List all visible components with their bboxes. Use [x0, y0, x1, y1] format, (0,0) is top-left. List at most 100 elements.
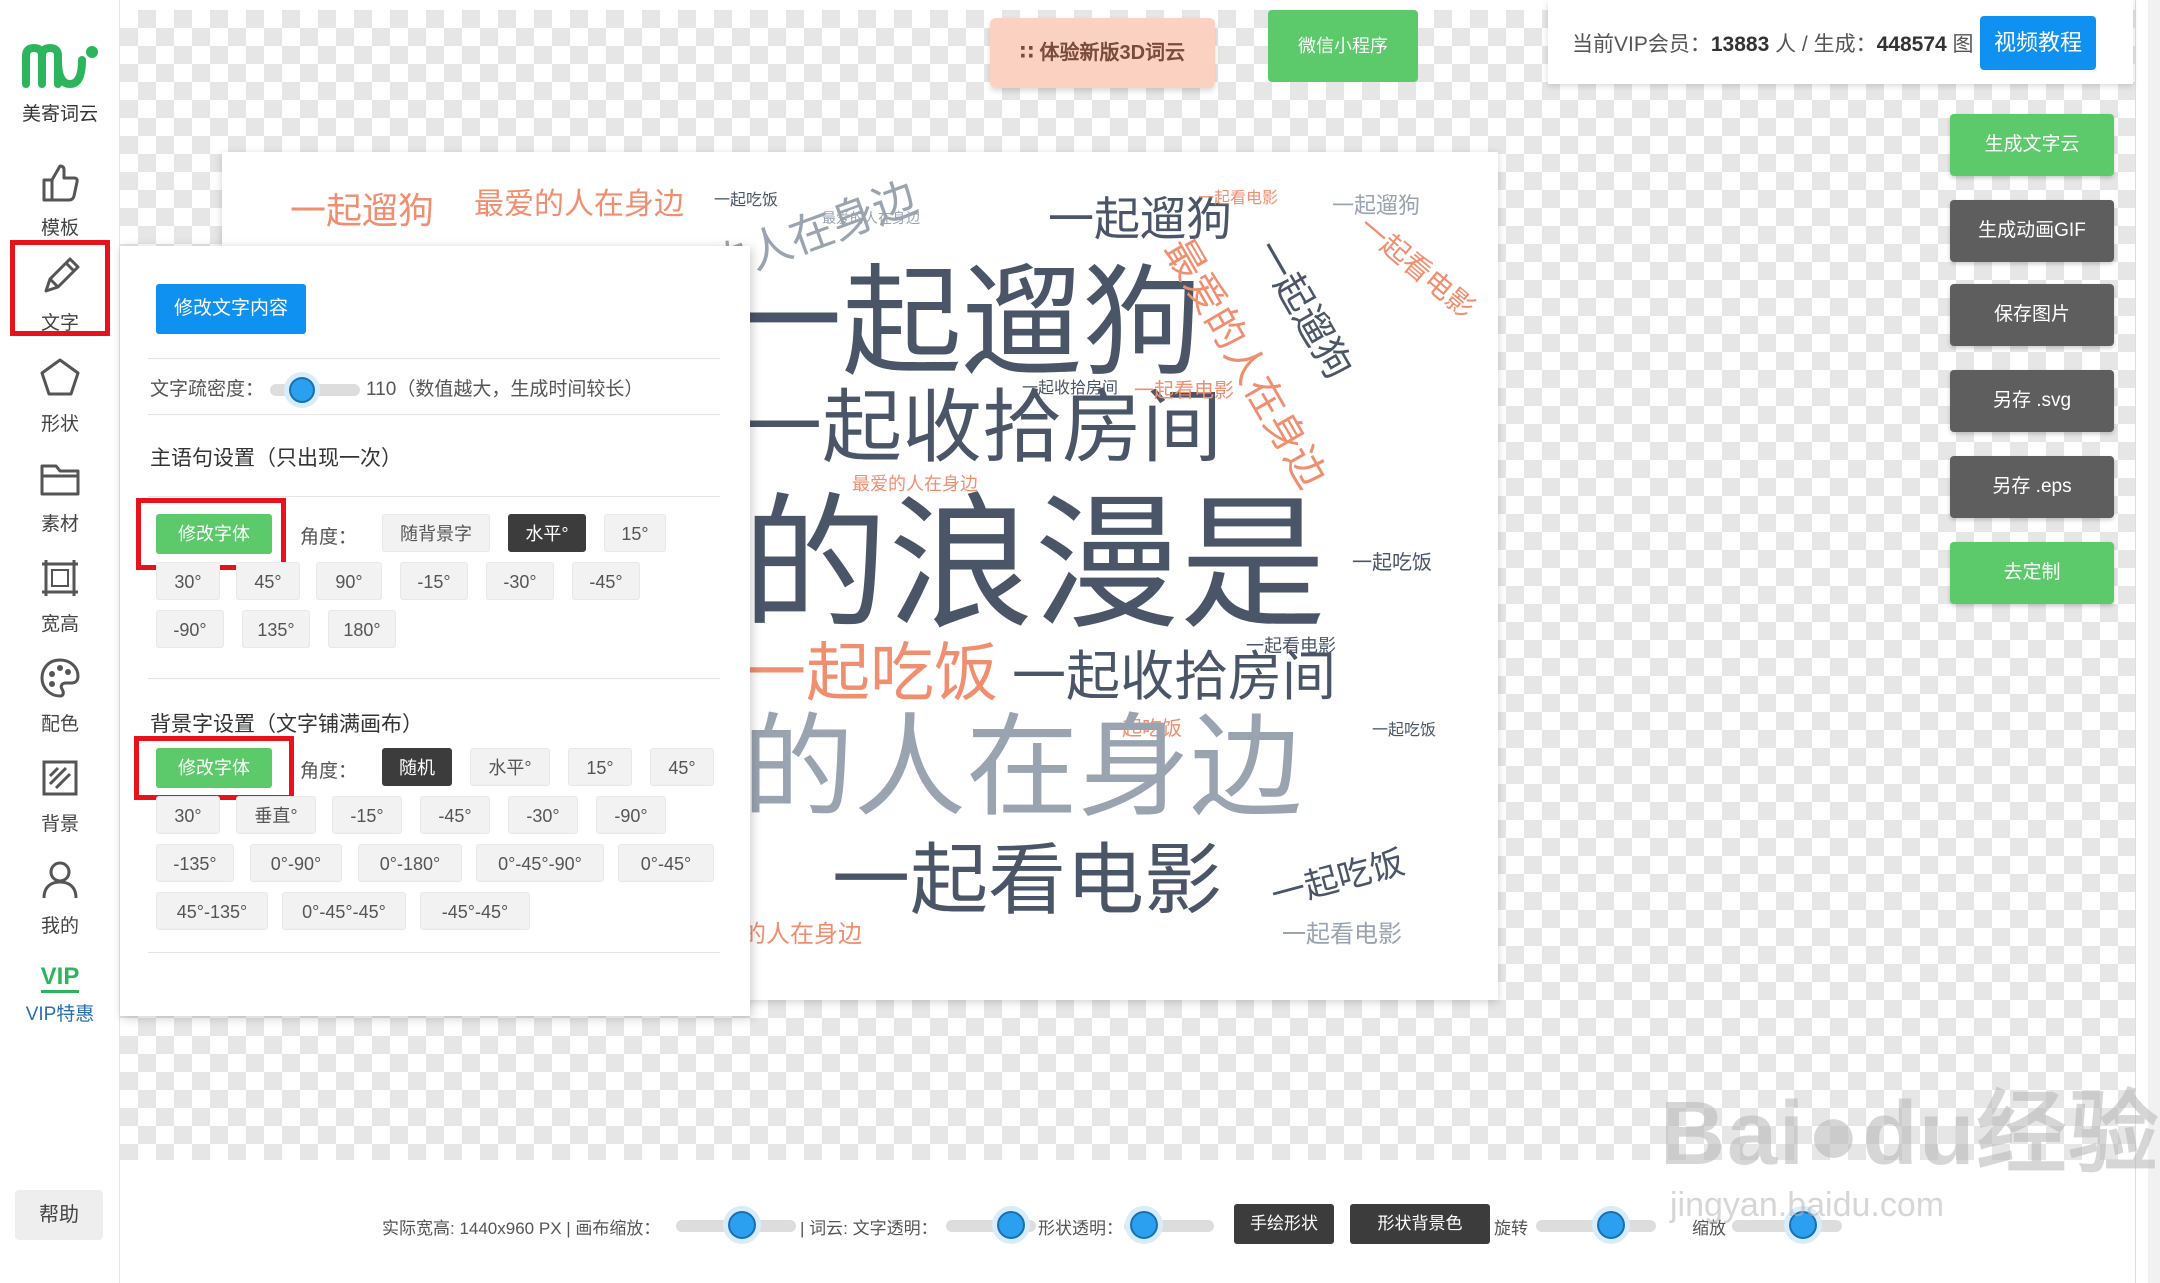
bg-angle-option[interactable]: 0°-90°	[250, 844, 342, 882]
left-sidebar: 美寄词云 模板 文字 形状 素材 宽高 配色 背景 我的 VIP VIP特惠 帮…	[0, 0, 120, 1283]
vip-count: 13883	[1710, 33, 1770, 56]
nav-color[interactable]: 配色	[10, 646, 110, 742]
rotate-label: 旋转	[1494, 1219, 1528, 1238]
cloud-opacity-knob[interactable]	[992, 1206, 1030, 1244]
bg-angle-option[interactable]: 0°-45°-90°	[476, 844, 604, 882]
bg-angle-option[interactable]: -135°	[156, 844, 234, 882]
nav-template[interactable]: 模板	[10, 150, 110, 246]
bg-angle-option[interactable]: 0°-180°	[358, 844, 462, 882]
shape-bg-color-button[interactable]: 形状背景色	[1350, 1204, 1490, 1244]
bg-angle-option[interactable]: 0°-45°-45°	[282, 892, 406, 930]
density-slider[interactable]	[270, 371, 361, 408]
nav-template-label: 模板	[40, 218, 79, 239]
wechat-miniprogram-button[interactable]: 微信小程序	[1268, 10, 1418, 82]
rotate-knob[interactable]	[1592, 1206, 1630, 1244]
bg-angle-option[interactable]: 30°	[156, 796, 220, 834]
bg-angle-option[interactable]: -15°	[332, 796, 402, 834]
main-font-button[interactable]: 修改字体	[156, 514, 272, 554]
bg-angle-option[interactable]: 水平°	[470, 748, 550, 786]
density-slider-knob[interactable]	[284, 371, 321, 408]
bg-angle-option[interactable]: 45°	[650, 748, 714, 786]
bg-angle-option[interactable]: 0°-45°	[618, 844, 714, 882]
cloud-word: 一起遛狗	[722, 254, 1202, 393]
try-3d-button[interactable]: ∷ 体验新版3D词云	[990, 18, 1215, 88]
video-tutorial-button[interactable]: 视频教程	[1980, 16, 2096, 70]
edit-text-button[interactable]: 修改文字内容	[156, 284, 306, 334]
nav-shape[interactable]: 形状	[10, 346, 110, 442]
customize-button[interactable]: 去定制	[1950, 542, 2114, 604]
cloud-word: 最爱的人在身边	[474, 187, 684, 222]
pentagon-icon	[40, 358, 80, 396]
cloud-word: 一起吃饭	[1352, 550, 1432, 574]
bg-angle-option[interactable]: -45°	[420, 796, 490, 834]
main-angle-option[interactable]: 45°	[236, 562, 300, 600]
divider	[148, 496, 720, 497]
brand-name: 美寄词云	[21, 104, 98, 125]
main-angle-option[interactable]: -30°	[486, 562, 554, 600]
main-angle-option[interactable]: 随背景字	[382, 514, 490, 552]
divider	[148, 952, 720, 953]
main-angle-option[interactable]: -15°	[400, 562, 468, 600]
bg-angle-option[interactable]: -30°	[508, 796, 578, 834]
bg-angle-option[interactable]: 45°-135°	[156, 892, 268, 930]
nav-material[interactable]: 素材	[10, 446, 110, 542]
cloud-word: 一起看电影	[1352, 209, 1482, 325]
nav-text-label: 文字	[40, 313, 79, 334]
brand-logo[interactable]: 美寄词云	[18, 40, 102, 126]
main-angle-option[interactable]: 135°	[242, 610, 310, 648]
canvas-size-text: 实际宽高: 1440x960 PX | 画布缩放：	[382, 1219, 661, 1238]
paw-icon: ●	[1806, 1084, 1863, 1184]
background-font-button[interactable]: 修改字体	[156, 748, 272, 788]
bg-angle-option[interactable]: 15°	[568, 748, 632, 786]
bg-angle-option[interactable]: 垂直°	[236, 796, 316, 834]
shape-opacity-knob[interactable]	[1125, 1206, 1163, 1244]
palette-icon	[40, 658, 80, 698]
cloud-word: 一起收拾房间	[1012, 645, 1336, 708]
cloud-word: 一起收拾房间	[1022, 378, 1119, 397]
bg-angle-option[interactable]: -45°-45°	[420, 892, 530, 930]
nav-vip[interactable]: VIP VIP特惠	[10, 950, 110, 1046]
main-angle-option[interactable]: 180°	[328, 610, 396, 648]
watermark-url: jingyan.baidu.com	[1670, 1186, 1945, 1224]
pencil-icon	[44, 257, 80, 293]
stats-prefix: 当前VIP会员：	[1572, 33, 1711, 56]
cloud-word: 一起看电影	[1282, 920, 1402, 948]
hand-draw-shape-button[interactable]: 手绘形状	[1234, 1204, 1334, 1244]
stats-panel: 当前VIP会员：13883 人 / 生成：448574 图 视频教程	[1548, 0, 2133, 84]
main-angle-option[interactable]: -90°	[156, 610, 224, 648]
main-angle-option[interactable]: -45°	[572, 562, 640, 600]
baidu-watermark: Bai●du经验 jingyan.baidu.com	[1660, 1060, 2160, 1225]
bg-angle-option[interactable]: -90°	[596, 796, 666, 834]
nav-background-label: 背景	[40, 814, 79, 835]
bg-angle-option[interactable]: 随机	[382, 748, 452, 786]
save-svg-button[interactable]: 另存 .svg	[1950, 370, 2114, 432]
nav-text[interactable]: 文字	[10, 240, 110, 336]
cloud-word: 一起吃饭	[1372, 720, 1437, 739]
cloud-word: 一起吃饭	[742, 637, 998, 711]
canvas-zoom-knob[interactable]	[723, 1206, 761, 1244]
main-angle-option[interactable]: 水平°	[508, 514, 586, 552]
nav-vip-label: VIP特惠	[25, 1004, 95, 1025]
background-angle-label: 角度：	[300, 761, 358, 782]
save-eps-button[interactable]: 另存 .eps	[1950, 456, 2114, 518]
divider	[148, 358, 720, 359]
nav-size[interactable]: 宽高	[10, 546, 110, 642]
divider	[148, 414, 720, 415]
main-angle-option[interactable]: 15°	[604, 514, 666, 552]
generated-count: 448574	[1876, 33, 1947, 56]
stats-suffix: 图	[1946, 33, 1974, 56]
watermark-text: 经验	[1976, 1084, 2160, 1184]
generate-cloud-button[interactable]: 生成文字云	[1950, 114, 2114, 176]
nav-background[interactable]: 背景	[10, 746, 110, 842]
text-settings-panel: 修改文字内容 文字疏密度： 110（数值越大，生成时间较长） 主语句设置（只出现一…	[120, 246, 750, 1016]
save-image-button[interactable]: 保存图片	[1950, 284, 2114, 346]
cloud-word: 的浪漫是	[742, 480, 1326, 650]
cloud-opacity-label: | 词云: 文字透明：	[800, 1219, 938, 1238]
nav-size-label: 宽高	[40, 614, 79, 635]
nav-mine[interactable]: 我的	[10, 848, 110, 944]
help-button[interactable]: 帮助	[15, 1190, 103, 1240]
main-angle-option[interactable]: 90°	[316, 562, 382, 600]
main-angle-option[interactable]: 30°	[156, 562, 220, 600]
cloud-word: 的人在身边	[742, 703, 1302, 833]
generate-gif-button[interactable]: 生成动画GIF	[1950, 200, 2114, 262]
